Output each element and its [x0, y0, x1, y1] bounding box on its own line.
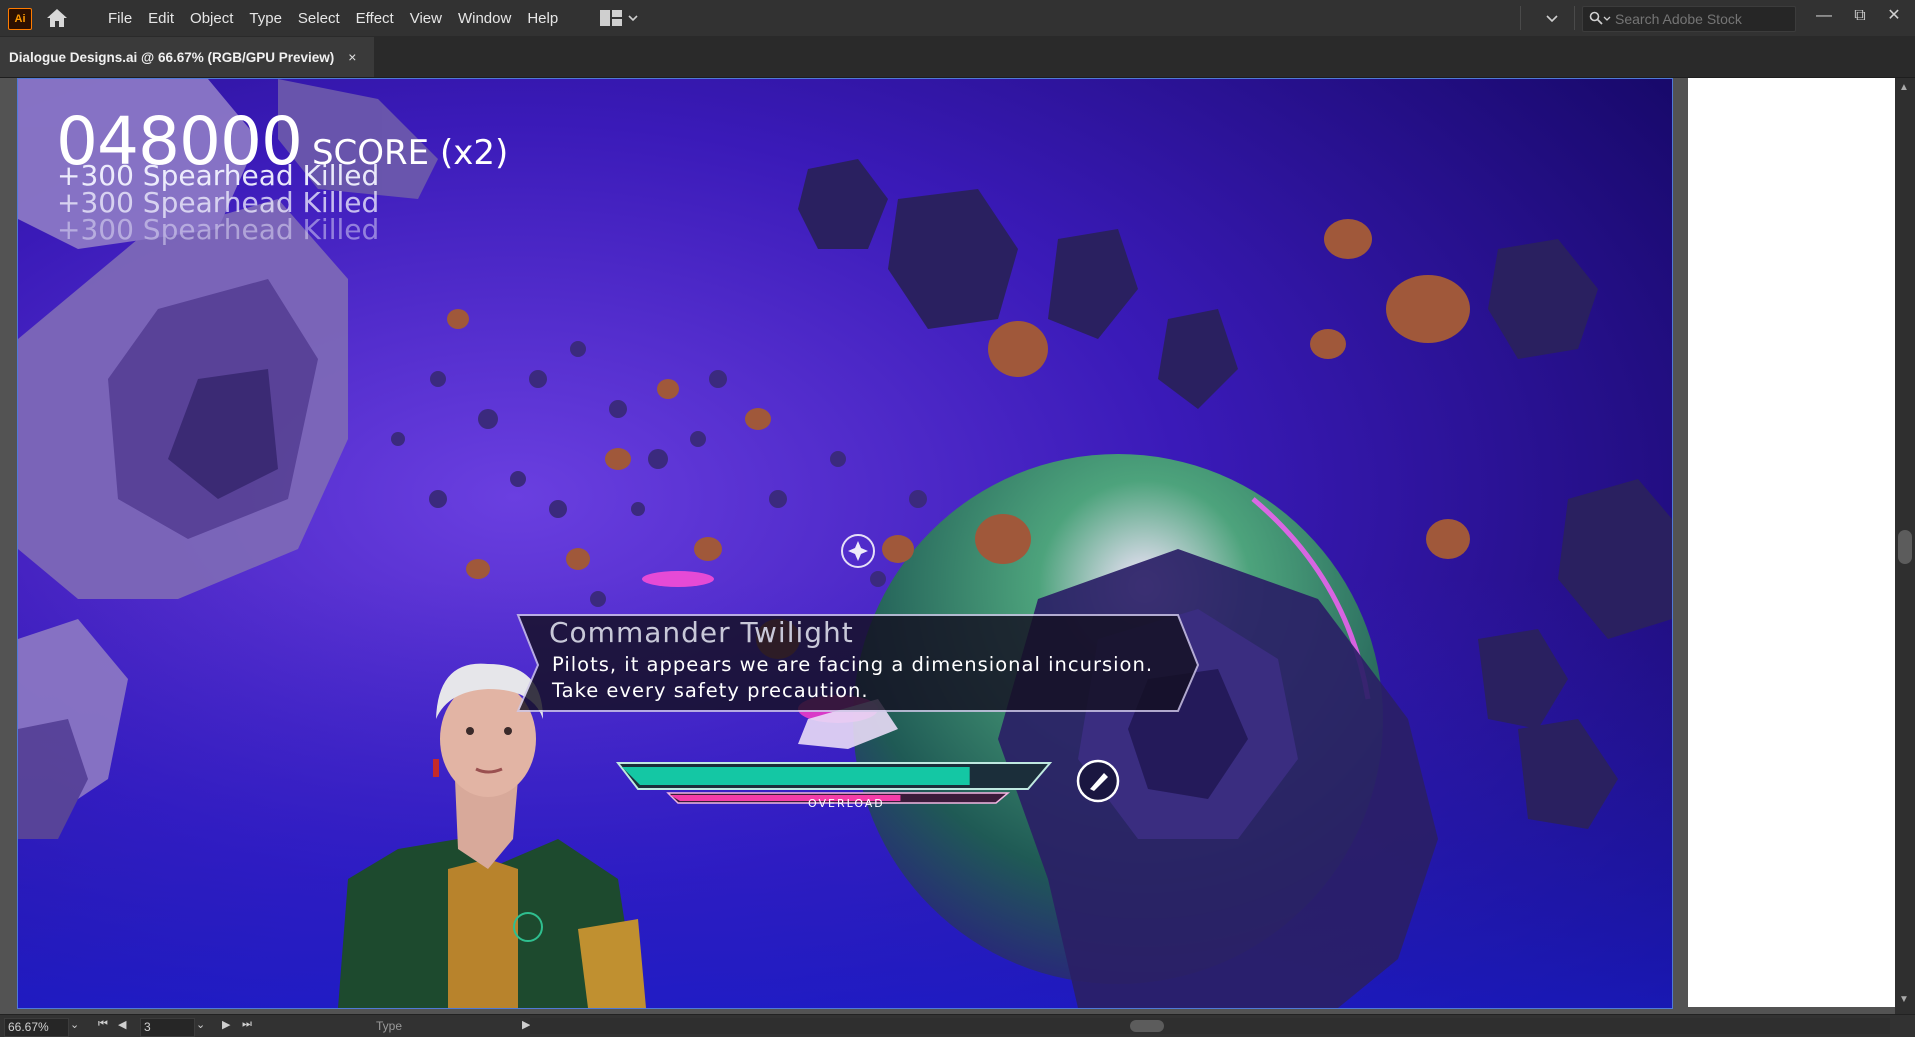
zoom-field[interactable]: 66.67%	[4, 1018, 69, 1037]
scroll-down-icon[interactable]: ▼	[1899, 994, 1909, 1005]
illustrator-logo: Ai	[8, 8, 32, 30]
chevron-down-icon	[1603, 16, 1611, 21]
close-tab-icon[interactable]: ×	[348, 49, 356, 65]
chevron-down-icon	[628, 15, 638, 22]
search-stock-field[interactable]	[1582, 6, 1796, 32]
home-icon[interactable]	[44, 6, 70, 30]
white-artboard[interactable]	[1688, 78, 1895, 1007]
chevron-down-icon[interactable]: ⌄	[70, 1018, 79, 1031]
search-icon	[1589, 11, 1603, 25]
menu-effect[interactable]: Effect	[348, 10, 402, 27]
artboard-number-field[interactable]: 3	[140, 1018, 195, 1037]
artboard-game-screenshot[interactable]: 048000 SCORE (x2) +300 Spearhead Killed …	[17, 78, 1673, 1009]
kill-notification: +300 Spearhead Killed	[57, 213, 380, 246]
menu-file[interactable]: File	[100, 10, 140, 27]
menu-object[interactable]: Object	[182, 10, 241, 27]
menu-type[interactable]: Type	[241, 10, 290, 27]
menu-edit[interactable]: Edit	[140, 10, 182, 27]
scrollbar-thumb[interactable]	[1898, 530, 1912, 564]
dialog-speaker-name: Commander Twilight	[549, 616, 854, 649]
previous-artboard-icon[interactable]: ◀	[118, 1018, 126, 1031]
overload-label: OVERLOAD	[808, 797, 885, 810]
document-tab-title: Dialogue Designs.ai @ 66.67% (RGB/GPU Pr…	[9, 49, 335, 65]
document-tab[interactable]: Dialogue Designs.ai @ 66.67% (RGB/GPU Pr…	[0, 37, 374, 77]
next-artboard-icon[interactable]: ▶	[222, 1018, 230, 1031]
last-artboard-icon[interactable]: ⏭	[242, 1018, 252, 1031]
workspace-grid-icon	[600, 10, 622, 26]
vertical-scrollbar[interactable]: ▲ ▼	[1895, 78, 1915, 1014]
menu-bar: Ai File Edit Object Type Select Effect V…	[0, 0, 1915, 37]
close-window-icon[interactable]: ✕	[1880, 4, 1908, 28]
dialog-line: Pilots, it appears we are facing a dimen…	[552, 653, 1154, 676]
scroll-up-icon[interactable]: ▲	[1899, 82, 1909, 93]
dialog-line: Take every safety precaution.	[552, 679, 869, 702]
status-bar: 66.67% ⌄ ⏮ ◀ 3 ⌄ ▶ ⏭ Type ▶	[0, 1014, 1915, 1037]
chevron-down-icon[interactable]: ⌄	[196, 1018, 205, 1031]
menu-view[interactable]: View	[402, 10, 450, 27]
restore-icon[interactable]: ⧉	[1846, 4, 1874, 28]
canvas-area[interactable]: 048000 SCORE (x2) +300 Spearhead Killed …	[0, 78, 1895, 1014]
search-input[interactable]	[1613, 9, 1793, 29]
divider	[1574, 6, 1575, 30]
menu-select[interactable]: Select	[290, 10, 348, 27]
main-menu: File Edit Object Type Select Effect View…	[100, 0, 566, 36]
horizontal-scrollbar[interactable]	[530, 1018, 1890, 1034]
menu-help[interactable]: Help	[519, 10, 566, 27]
document-tab-bar: Dialogue Designs.ai @ 66.67% (RGB/GPU Pr…	[0, 37, 1915, 78]
current-tool-text: Type	[376, 1019, 403, 1033]
minimize-icon[interactable]: —	[1810, 4, 1838, 28]
first-artboard-icon[interactable]: ⏮	[98, 1018, 108, 1031]
menu-window[interactable]: Window	[450, 10, 519, 27]
workspace-switcher[interactable]	[600, 8, 648, 28]
scrollbar-thumb[interactable]	[1130, 1020, 1164, 1032]
divider	[1520, 6, 1521, 30]
health-bar-fill	[622, 767, 970, 785]
chevron-down-icon[interactable]	[1546, 14, 1558, 22]
